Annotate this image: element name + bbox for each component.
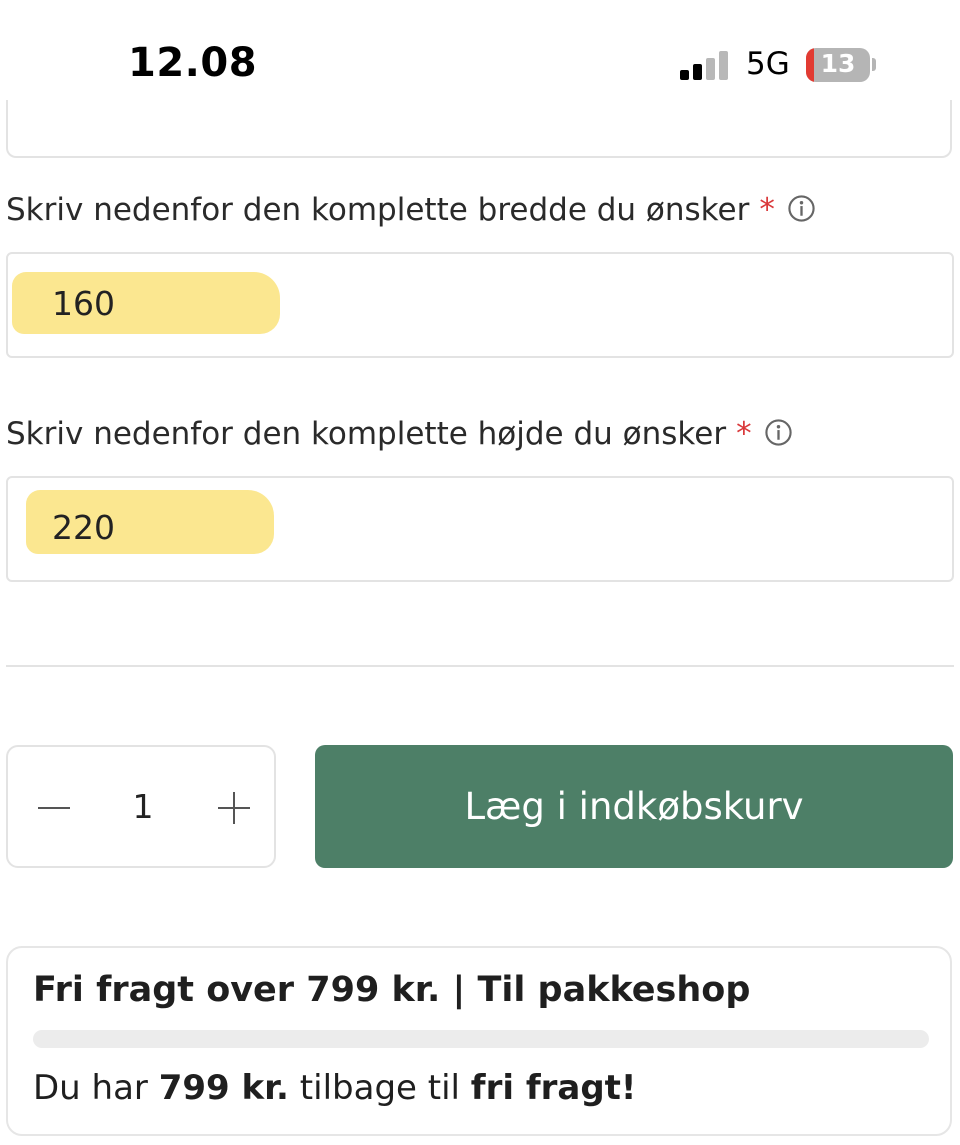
width-input-value: 160 <box>52 284 115 323</box>
battery-icon: 13 <box>806 48 870 82</box>
status-time: 12.08 <box>128 40 258 86</box>
required-asterisk: * <box>736 416 752 452</box>
previous-field[interactable] <box>6 100 952 158</box>
shipping-amount: 799 kr. <box>158 1068 289 1108</box>
width-field-label: Skriv nedenfor den komplette bredde du ø… <box>6 192 816 228</box>
height-input-value: 220 <box>52 508 115 547</box>
battery-level-text: 13 <box>820 49 856 78</box>
quantity-stepper[interactable]: 1 <box>6 745 276 868</box>
info-icon[interactable] <box>764 418 793 447</box>
quantity-value[interactable]: 1 <box>118 787 168 826</box>
shipping-goal: fri fragt! <box>470 1068 637 1108</box>
width-input[interactable]: 160 <box>6 252 954 358</box>
shipping-message: Du har 799 kr. tilbage til fri fragt! <box>33 1068 637 1108</box>
divider <box>6 665 954 667</box>
info-icon[interactable] <box>787 194 816 223</box>
battery-tip <box>872 58 876 71</box>
minus-icon[interactable] <box>34 782 78 832</box>
height-input[interactable]: 220 <box>6 476 954 582</box>
required-asterisk: * <box>759 192 775 228</box>
shipping-title: Fri fragt over 799 kr. | Til pakkeshop <box>33 970 751 1010</box>
free-shipping-box: Fri fragt over 799 kr. | Til pakkeshop D… <box>6 946 952 1136</box>
network-type: 5G <box>746 46 790 82</box>
signal-icon <box>680 50 732 80</box>
plus-icon[interactable] <box>212 782 256 832</box>
shipping-progress-bar <box>33 1030 929 1048</box>
height-field-label: Skriv nedenfor den komplette højde du øn… <box>6 416 793 452</box>
add-to-cart-button[interactable]: Læg i indkøbskurv <box>315 745 953 868</box>
